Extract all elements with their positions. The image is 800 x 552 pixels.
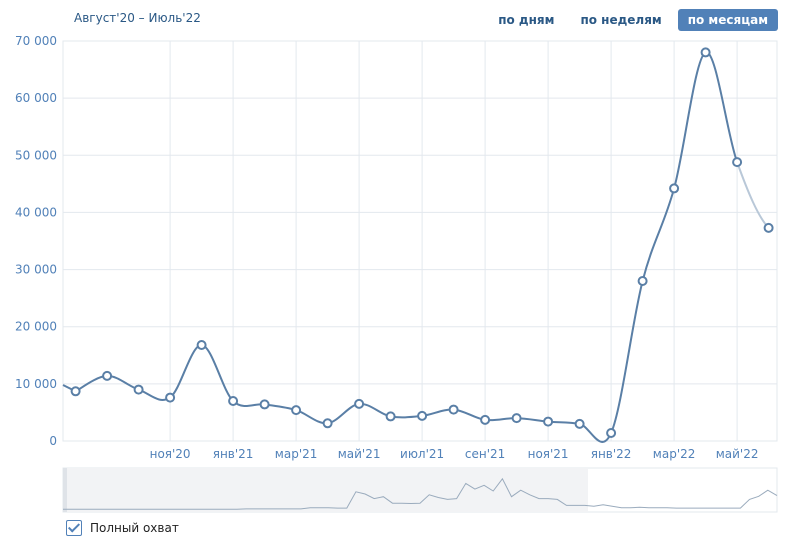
full-reach-toggle[interactable]: Полный охват <box>66 520 179 536</box>
x-tick-label: ноя'21 <box>528 447 569 461</box>
data-point <box>574 418 585 429</box>
data-point <box>700 47 711 58</box>
data-point <box>228 396 239 406</box>
data-point <box>196 340 207 350</box>
y-tick-label: 60 000 <box>15 91 57 105</box>
data-point <box>322 418 333 429</box>
data-point <box>732 157 743 168</box>
data-point <box>70 386 81 397</box>
y-tick-label: 50 000 <box>15 148 57 162</box>
full-reach-label: Полный охват <box>90 521 179 535</box>
data-point <box>480 414 491 425</box>
checkbox-icon[interactable] <box>66 520 82 536</box>
x-tick-label: янв'21 <box>213 447 254 461</box>
y-tick-label: 30 000 <box>15 263 57 277</box>
data-point <box>102 370 113 381</box>
series-line-partial <box>736 161 770 229</box>
x-tick-label: мар'21 <box>275 447 318 461</box>
y-tick-label: 40 000 <box>15 205 57 219</box>
data-point <box>259 399 270 410</box>
data-point <box>385 411 396 422</box>
navigator-handle <box>63 468 67 512</box>
x-tick-label: ноя'20 <box>150 447 191 461</box>
data-point <box>448 404 459 415</box>
x-tick-label: сен'21 <box>465 447 505 461</box>
data-point <box>165 392 176 403</box>
x-tick-label: июл'21 <box>400 447 444 461</box>
data-point <box>669 183 680 194</box>
line-chart: 0 10 000 20 000 30 000 40 000 50 000 60 000 70 … <box>15 34 778 513</box>
y-tick-label: 70 000 <box>15 34 57 48</box>
y-tick-label: 20 000 <box>15 320 57 334</box>
data-point <box>354 398 365 409</box>
x-tick-label: май'21 <box>338 447 381 461</box>
navigator-shaded-area <box>63 468 588 512</box>
data-point <box>291 405 302 416</box>
data-point <box>637 276 648 286</box>
x-tick-label: май'22 <box>716 447 759 461</box>
y-tick-label: 10 000 <box>15 377 57 391</box>
x-tick-label: мар'22 <box>653 447 696 461</box>
data-point <box>763 222 774 233</box>
data-point <box>606 428 617 438</box>
data-point <box>543 416 554 427</box>
x-tick-label: янв'22 <box>591 447 632 461</box>
data-point <box>417 410 428 421</box>
data-point <box>511 413 522 424</box>
y-tick-label: 0 <box>49 434 57 448</box>
data-point <box>133 384 144 395</box>
